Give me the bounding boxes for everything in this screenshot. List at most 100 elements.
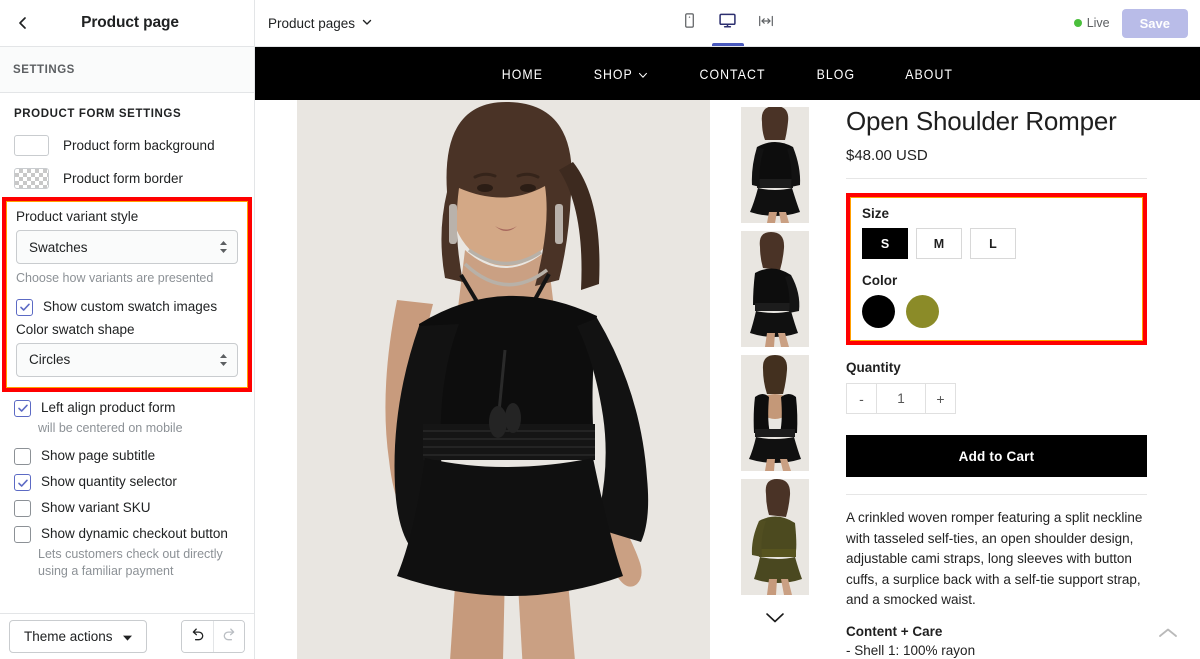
thumbnail-image — [741, 231, 809, 347]
setting-show-dynamic-checkout-button[interactable]: Show dynamic checkout button — [0, 519, 254, 545]
live-status-label: Live — [1086, 16, 1110, 30]
thumbnail-2[interactable] — [741, 231, 809, 347]
help-show-dynamic-checkout-button: Lets customers check out directly using … — [38, 547, 223, 579]
gallery-next-button[interactable] — [710, 603, 840, 629]
setting-show-quantity-selector[interactable]: Show quantity selector — [0, 467, 254, 493]
storefront-preview: HOME SHOP CONTACT BLOG ABOUT Open Should… — [255, 47, 1200, 659]
checkbox-label: Left align product form — [41, 399, 176, 415]
product-title: Open Shoulder Romper — [846, 106, 1117, 136]
theme-actions-button[interactable]: Theme actions — [9, 620, 147, 653]
theme-editor-app: Product page Product pages Live Save SET… — [0, 0, 1200, 659]
setting-label: Product form border — [63, 171, 184, 186]
setting-left-align-product-form[interactable]: Left align product form — [0, 393, 254, 419]
nav-label: SHOP — [593, 65, 633, 82]
thumbnail-3[interactable] — [741, 355, 809, 471]
product-main-image[interactable] — [297, 100, 710, 659]
settings-header: SETTINGS — [0, 47, 254, 93]
live-status-dot — [1073, 19, 1082, 27]
nav-item-blog[interactable]: BLOG — [797, 66, 874, 82]
checkbox-label: Show variant SKU — [41, 500, 151, 516]
size-options: S M L — [862, 228, 1131, 260]
product-page-body: Open Shoulder Romper $48.00 USD Size S M… — [255, 100, 1200, 659]
thumbnail-image — [741, 479, 809, 595]
add-to-cart-button[interactable]: Add to Cart — [846, 435, 1147, 478]
undo-button[interactable] — [182, 621, 213, 652]
highlighted-settings-group: Product variant style Swatches Choose ho… — [2, 197, 252, 392]
chevron-down-icon — [639, 66, 648, 82]
device-mobile-button[interactable] — [676, 0, 704, 46]
chevron-down-icon — [764, 611, 786, 629]
caret-down-icon — [122, 629, 132, 644]
product-variant-style-select-wrap: Swatches — [16, 230, 238, 264]
redo-icon — [221, 626, 238, 648]
top-bar-left: Product page — [0, 0, 255, 46]
color-label: Color — [862, 273, 898, 289]
checkbox[interactable] — [14, 399, 31, 417]
nav-item-contact[interactable]: CONTACT — [680, 66, 785, 82]
care-line-1: - Shell 1: 100% rayon — [846, 642, 976, 658]
color-swatch-preview[interactable] — [14, 168, 49, 189]
setting-product-form-background[interactable]: Product form background — [0, 129, 254, 162]
content-care-title: Content + Care — [846, 623, 943, 639]
checkbox[interactable] — [14, 500, 31, 518]
page-selector-label: Product pages — [268, 15, 356, 31]
redo-button[interactable] — [213, 621, 244, 652]
chevron-left-icon — [15, 15, 31, 31]
device-desktop-button[interactable] — [711, 0, 744, 46]
device-fullwidth-button[interactable] — [752, 0, 780, 46]
setting-show-custom-swatch-images[interactable]: Show custom swatch images — [16, 292, 238, 318]
scroll-to-top-button[interactable] — [1156, 626, 1180, 645]
color-option-olive[interactable] — [906, 295, 939, 329]
checkbox[interactable] — [16, 298, 33, 316]
quantity-stepper: - 1 + — [846, 383, 1147, 415]
divider — [846, 494, 1147, 496]
checkbox-label: Show custom swatch images — [43, 298, 218, 314]
divider — [846, 178, 1147, 180]
quantity-increment-button[interactable]: + — [925, 383, 956, 415]
product-variant-style-select[interactable]: Swatches — [16, 230, 238, 264]
color-swatch-preview[interactable] — [14, 135, 49, 156]
color-option-black[interactable] — [859, 292, 898, 332]
nav-item-about[interactable]: ABOUT — [886, 66, 972, 82]
label-color-swatch-shape: Color swatch shape — [16, 321, 135, 337]
checkbox[interactable] — [14, 474, 31, 492]
top-bar-right: Product pages Live Save — [255, 0, 1200, 46]
setting-show-variant-sku[interactable]: Show variant SKU — [0, 493, 254, 519]
nav-item-home[interactable]: HOME — [482, 66, 562, 82]
top-bar: Product page Product pages Live Save — [0, 0, 1200, 47]
nav-item-shop[interactable]: SHOP — [574, 66, 667, 82]
thumbnail-1[interactable] — [741, 107, 809, 223]
checkbox-label: Show dynamic checkout button — [41, 526, 228, 542]
body-split: SETTINGS PRODUCT FORM SETTINGS Product f… — [0, 47, 1200, 659]
nav-label: BLOG — [816, 65, 856, 82]
size-option-l[interactable]: L — [970, 228, 1016, 260]
checkbox[interactable] — [14, 448, 31, 466]
size-option-m[interactable]: M — [916, 228, 962, 260]
checkbox[interactable] — [14, 526, 31, 544]
sidebar-bottom-bar: Theme actions — [0, 613, 254, 659]
theme-actions-label: Theme actions — [24, 629, 113, 644]
model-photo-illustration — [297, 100, 710, 659]
color-swatch-shape-select[interactable]: Circles — [16, 342, 238, 377]
checkbox-label: Show page subtitle — [41, 448, 156, 464]
back-button[interactable] — [6, 6, 40, 40]
gallery-main-column — [255, 100, 710, 659]
quantity-label: Quantity — [846, 360, 901, 376]
save-button[interactable]: Save — [1121, 8, 1188, 38]
size-option-s[interactable]: S — [862, 228, 908, 260]
device-preview-switch — [671, 0, 785, 46]
setting-label: Product form background — [63, 138, 215, 153]
product-info-column: Open Shoulder Romper $48.00 USD Size S M… — [840, 100, 1200, 659]
size-label: Size — [862, 206, 890, 222]
page-selector[interactable]: Product pages — [268, 12, 377, 35]
page-title: Product page — [81, 14, 179, 31]
quantity-input[interactable]: 1 — [877, 383, 925, 415]
product-description: A crinkled woven romper featuring a spli… — [846, 510, 1143, 608]
full-width-icon — [757, 12, 775, 35]
setting-show-page-subtitle[interactable]: Show page subtitle — [0, 441, 254, 467]
product-price: $48.00 USD — [846, 147, 928, 165]
thumbnail-4[interactable] — [741, 479, 809, 595]
setting-product-form-border[interactable]: Product form border — [0, 162, 254, 195]
quantity-decrement-button[interactable]: - — [846, 383, 877, 415]
settings-scroll-area[interactable]: PRODUCT FORM SETTINGS Product form backg… — [0, 93, 254, 613]
